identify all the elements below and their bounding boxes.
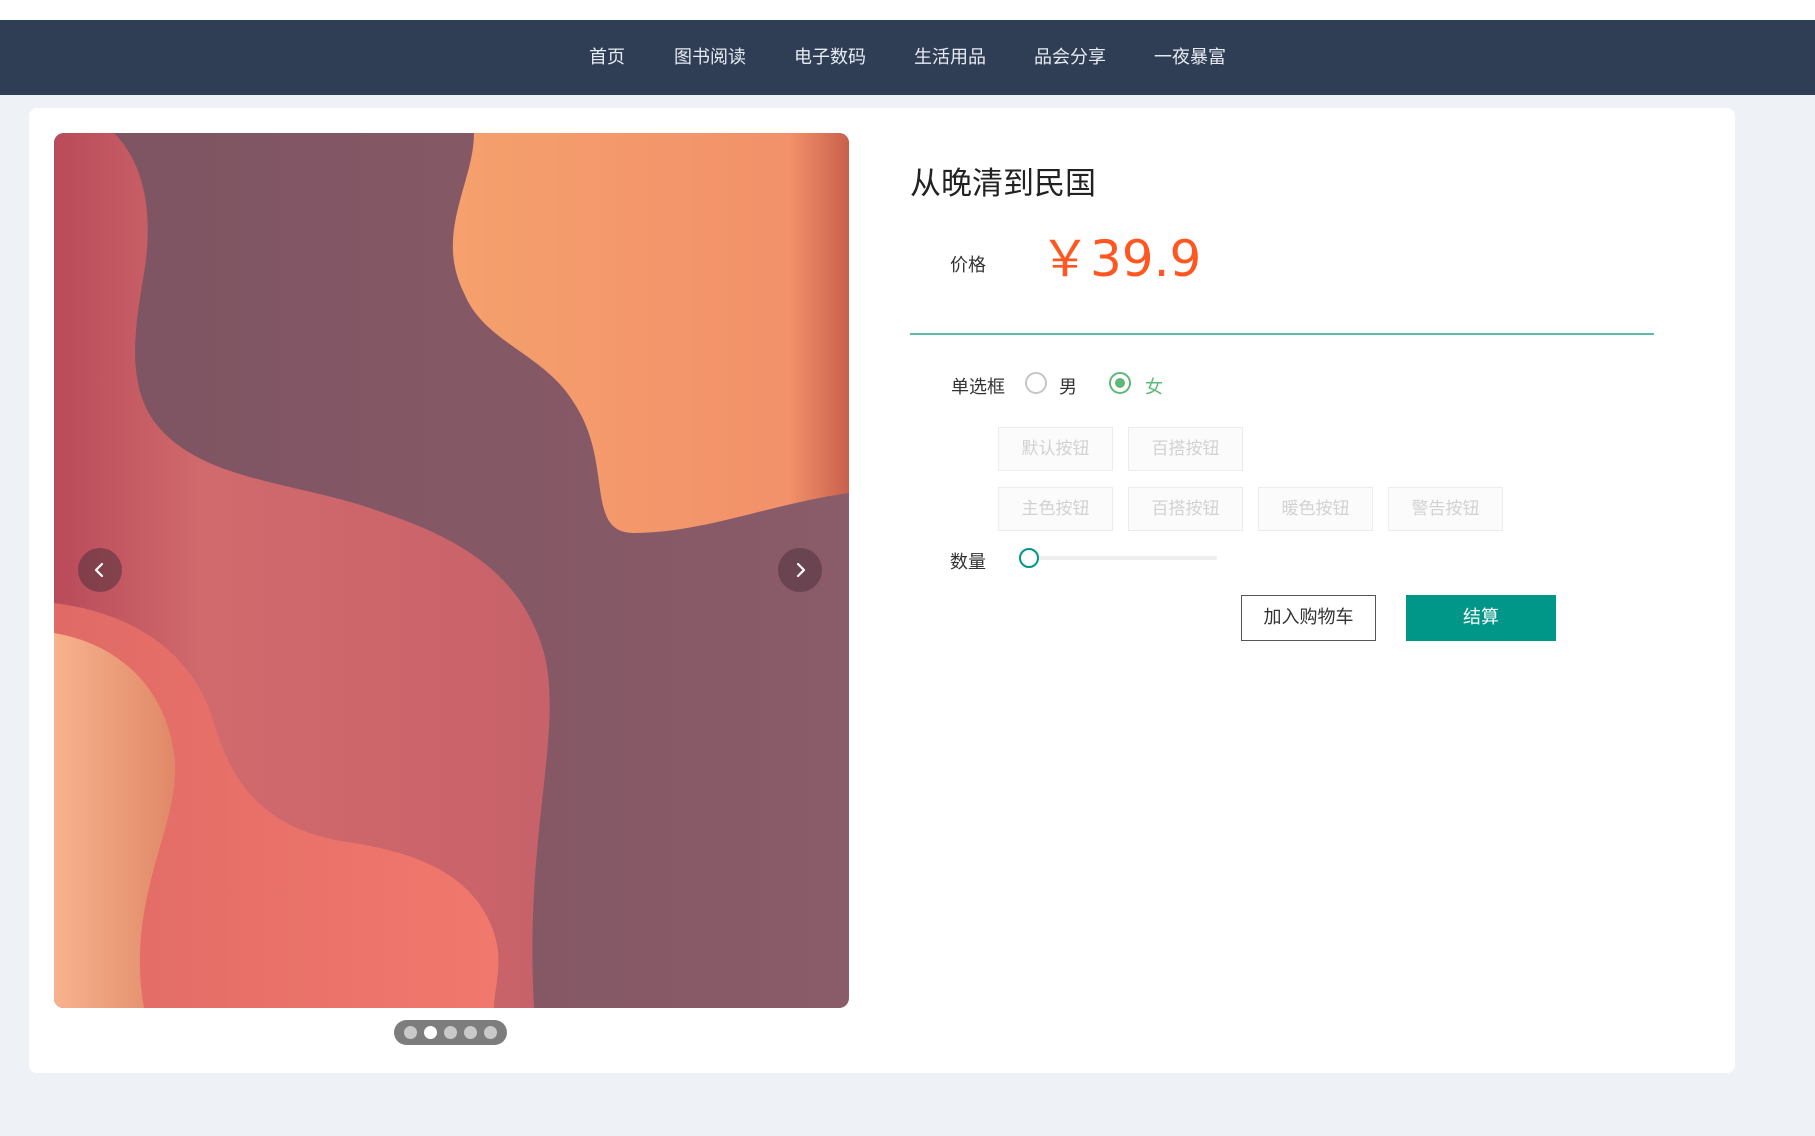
carousel-dot[interactable] bbox=[464, 1026, 477, 1039]
carousel-indicators bbox=[394, 1020, 507, 1045]
neutral-button-2[interactable]: 百搭按钮 bbox=[1128, 487, 1243, 531]
nav-item-electronics[interactable]: 电子数码 bbox=[794, 20, 866, 95]
product-title: 从晚清到民国 bbox=[910, 166, 1096, 202]
nav-item-daily-goods[interactable]: 生活用品 bbox=[914, 20, 986, 95]
carousel-prev-button[interactable] bbox=[78, 548, 122, 592]
top-strip bbox=[0, 0, 1815, 20]
product-price: ￥39.9 bbox=[1040, 230, 1202, 288]
quantity-label: 数量 bbox=[950, 552, 986, 573]
carousel-dot[interactable] bbox=[484, 1026, 497, 1039]
default-button[interactable]: 默认按钮 bbox=[998, 427, 1113, 471]
radio-male-label[interactable]: 男 bbox=[1059, 373, 1077, 399]
neutral-button[interactable]: 百搭按钮 bbox=[1128, 427, 1243, 471]
carousel-dot-active[interactable] bbox=[424, 1026, 437, 1039]
price-label: 价格 bbox=[950, 255, 986, 276]
radio-male[interactable] bbox=[1025, 372, 1047, 394]
checkout-button[interactable]: 结算 bbox=[1406, 595, 1556, 641]
top-navbar: 首页 图书阅读 电子数码 生活用品 品会分享 一夜暴富 bbox=[0, 20, 1815, 95]
warning-button[interactable]: 警告按钮 bbox=[1388, 487, 1503, 531]
chevron-left-icon bbox=[94, 562, 104, 578]
carousel-next-button[interactable] bbox=[778, 548, 822, 592]
image-carousel[interactable] bbox=[54, 133, 849, 1008]
radio-group-label: 单选框 bbox=[951, 377, 1005, 398]
nav-item-get-rich[interactable]: 一夜暴富 bbox=[1154, 20, 1226, 95]
nav-item-books[interactable]: 图书阅读 bbox=[674, 20, 746, 95]
quantity-slider-track[interactable] bbox=[1030, 556, 1217, 560]
quantity-slider-handle[interactable] bbox=[1019, 548, 1039, 568]
chevron-right-icon bbox=[796, 562, 806, 578]
carousel-slide-image bbox=[54, 133, 849, 1008]
add-to-cart-button[interactable]: 加入购物车 bbox=[1241, 595, 1376, 641]
carousel-dot[interactable] bbox=[404, 1026, 417, 1039]
warm-button[interactable]: 暖色按钮 bbox=[1258, 487, 1373, 531]
nav-item-home[interactable]: 首页 bbox=[589, 20, 625, 95]
section-divider bbox=[910, 333, 1654, 335]
radio-female[interactable] bbox=[1109, 372, 1131, 394]
radio-female-label[interactable]: 女 bbox=[1145, 373, 1163, 399]
carousel-dot[interactable] bbox=[444, 1026, 457, 1039]
nav-item-share[interactable]: 品会分享 bbox=[1034, 20, 1106, 95]
primary-button[interactable]: 主色按钮 bbox=[998, 487, 1113, 531]
